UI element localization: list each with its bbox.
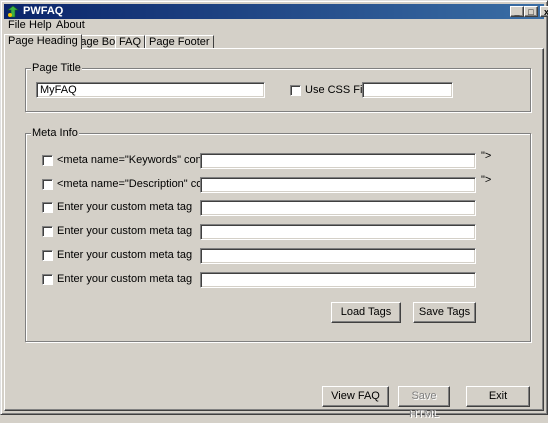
meta-info-group: Meta Info <meta name="Keywords" content=… (25, 127, 531, 342)
exit-button[interactable]: Exit (466, 386, 530, 407)
custom-meta-input[interactable] (200, 248, 476, 264)
meta-row-checkbox[interactable] (42, 155, 53, 166)
maximize-button[interactable]: □ (524, 6, 538, 17)
meta-row-suffix: "> (481, 174, 492, 186)
meta-row-label: Enter your custom meta tag (57, 249, 193, 261)
meta-row-checkbox[interactable] (42, 274, 53, 285)
window-title: PWFAQ (23, 5, 64, 17)
meta-description-input[interactable] (200, 177, 476, 193)
menu-file[interactable]: File (8, 19, 26, 31)
tab-page-footer[interactable]: Page Footer (145, 35, 214, 49)
view-faq-button[interactable]: View FAQ (322, 386, 389, 407)
tab-page-heading[interactable]: Page Heading (4, 34, 82, 49)
custom-meta-input[interactable] (200, 272, 476, 288)
page-title-input[interactable]: MyFAQ (36, 82, 265, 98)
meta-row-checkbox[interactable] (42, 250, 53, 261)
page-title-group: Page Title MyFAQ Use CSS File (25, 62, 531, 112)
use-css-checkbox[interactable] (290, 85, 301, 96)
meta-row-label: Enter your custom meta tag (57, 201, 193, 213)
app-window: PWFAQ _ □ x File Help About Page Heading… (0, 0, 548, 420)
page-title-group-label: Page Title (31, 62, 82, 74)
save-html-button[interactable]: Save HTML (398, 386, 450, 420)
close-button[interactable]: x (540, 6, 548, 17)
tab-faq[interactable]: FAQ (115, 35, 146, 49)
tab-panel-page-heading: Page Title MyFAQ Use CSS File Meta Info … (4, 48, 544, 420)
load-tags-button[interactable]: Load Tags (331, 302, 401, 323)
custom-meta-input[interactable] (200, 200, 476, 216)
meta-row-checkbox[interactable] (42, 226, 53, 237)
meta-row-checkbox[interactable] (42, 179, 53, 190)
menu-help[interactable]: Help (29, 19, 52, 31)
meta-keywords-input[interactable] (200, 153, 476, 169)
meta-row-label: Enter your custom meta tag (57, 273, 193, 285)
meta-info-group-label: Meta Info (31, 127, 79, 139)
menu-about[interactable]: About (56, 19, 85, 31)
css-file-input[interactable] (362, 82, 453, 98)
title-bar[interactable]: PWFAQ _ □ x (4, 4, 548, 19)
minimize-button[interactable]: _ (510, 6, 524, 17)
custom-meta-input[interactable] (200, 224, 476, 240)
meta-row-suffix: "> (481, 150, 492, 162)
meta-row-label: Enter your custom meta tag (57, 225, 193, 237)
save-tags-button[interactable]: Save Tags (413, 302, 476, 323)
app-icon (7, 5, 19, 18)
meta-row-checkbox[interactable] (42, 202, 53, 213)
